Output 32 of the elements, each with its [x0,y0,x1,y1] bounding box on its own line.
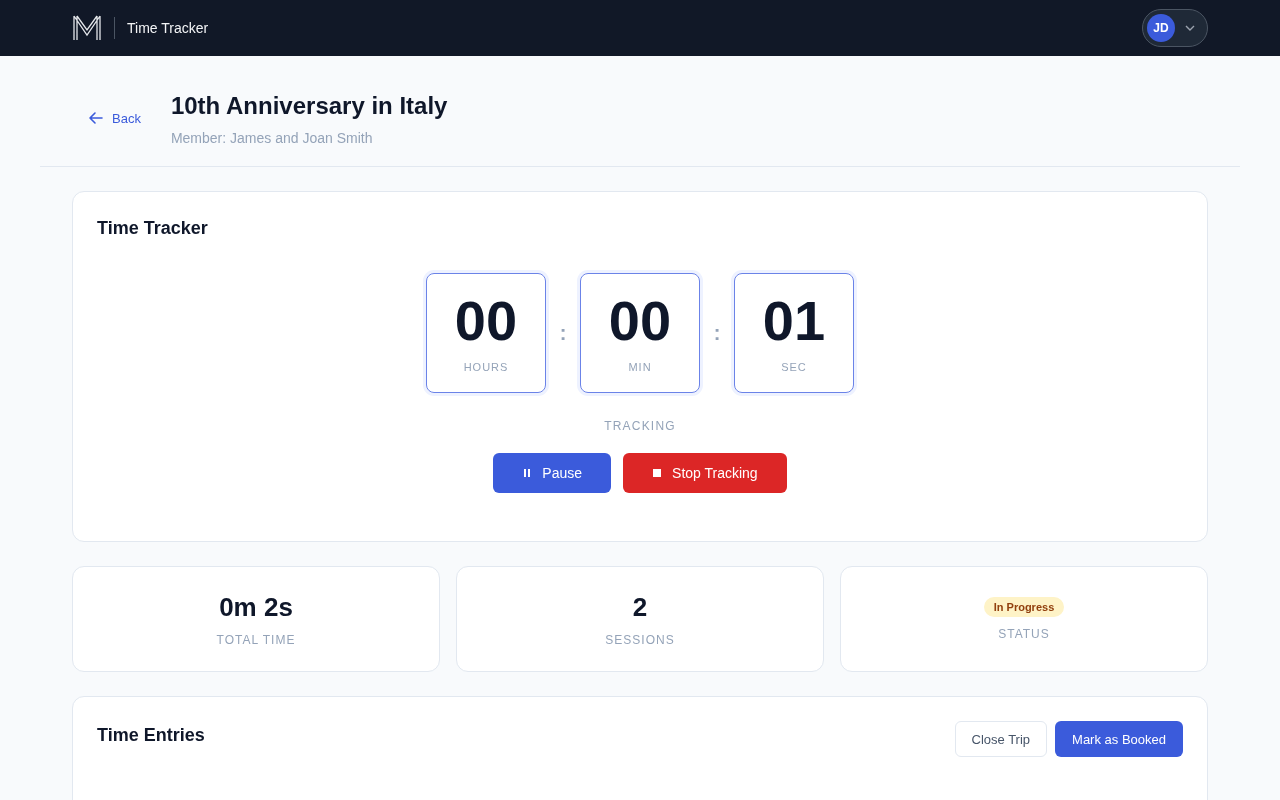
pause-button[interactable]: Pause [493,453,612,493]
time-value: 00 [454,293,518,349]
user-menu[interactable]: JD [1142,9,1208,47]
separator: : [712,321,722,345]
stat-value: 2 [632,591,648,623]
chevron-down-icon [1185,25,1195,31]
logo-icon[interactable] [72,13,102,43]
status-badge: In Progress [983,597,1065,617]
separator: : [558,321,568,345]
back-link[interactable]: Back [88,110,141,126]
page-title: 10th Anniversary in Italy [170,92,448,120]
app-name: Time Tracker [127,20,209,36]
pause-icon [522,468,533,478]
stat-label: TOTAL TIME [216,632,296,647]
time-unit-label: MIN [628,361,652,373]
card-title: Time Entries [97,725,205,746]
stat-value: 0m 2s [219,591,293,623]
stop-icon [652,468,663,478]
close-trip-button[interactable]: Close Trip [954,721,1048,757]
time-value: 00 [608,293,672,349]
stat-label: SESSIONS [605,632,675,647]
time-unit-label: HOURS [463,361,509,373]
stat-label: STATUS [998,627,1050,641]
time-unit-label: SEC [781,361,807,373]
stop-button[interactable]: Stop Tracking [623,453,787,493]
card-title: Time Tracker [97,218,208,239]
avatar: JD [1147,14,1175,42]
member-subtitle: Member: James and Joan Smith [170,130,374,146]
arrow-left-icon [88,110,104,126]
time-value: 01 [762,293,826,349]
tracking-state: TRACKING [604,419,676,433]
mark-booked-button[interactable]: Mark as Booked [1055,721,1183,757]
